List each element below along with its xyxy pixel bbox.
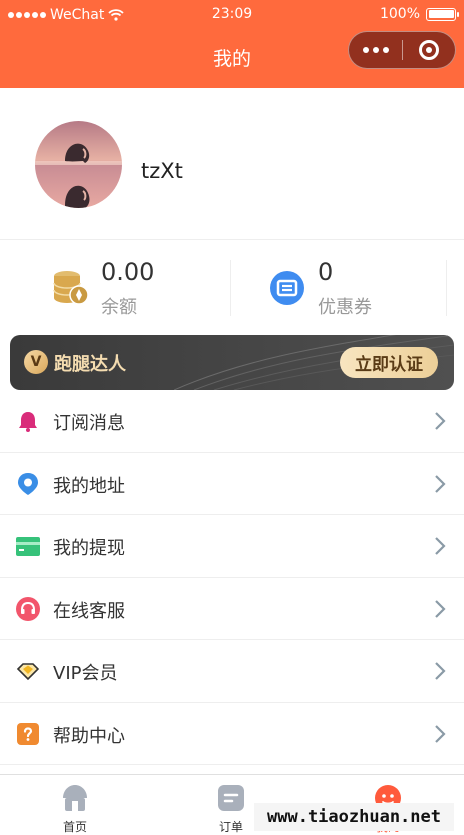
battery-icon (426, 7, 459, 21)
coupon-stat[interactable]: 0 优惠券 (231, 258, 446, 318)
coupon-icon (270, 271, 304, 305)
mini-program-capsule (348, 31, 456, 69)
target-icon (418, 40, 439, 60)
coupon-label: 优惠券 (318, 297, 372, 318)
vip-title: 跑腿达人 (54, 354, 126, 375)
menu-item-label: 在线客服 (53, 600, 125, 622)
chevron-right-icon (435, 537, 446, 555)
chevron-right-icon (435, 599, 446, 618)
watermark: www.tiaozhuan.net (254, 803, 454, 831)
home-icon (63, 785, 87, 811)
avatar-image (35, 121, 122, 208)
wallet-stats: 0.00 余额 0 优惠券 (0, 258, 464, 318)
bell-icon (19, 412, 37, 432)
headset-icon (16, 596, 40, 621)
username: tzXt (141, 159, 183, 183)
menu-item-label: VIP会员 (53, 663, 118, 684)
avatar[interactable] (35, 121, 122, 208)
balance-stat[interactable]: 0.00 余额 (0, 258, 230, 318)
order-icon (218, 785, 244, 811)
help-icon (17, 722, 39, 745)
menu-item-help-center[interactable]: 帮助中心 (0, 702, 464, 765)
profile-header[interactable]: tzXt (0, 88, 464, 240)
tab-home[interactable]: 首页 (15, 775, 135, 835)
menu-list: 订阅消息 我的地址 我的提现 在线客服 VIP会员 帮助中心 (0, 390, 464, 765)
balance-label: 余额 (101, 297, 137, 318)
verify-now-button[interactable]: 立即认证 (340, 347, 438, 378)
status-bar: WeChat 23:09 100% (0, 0, 464, 30)
vip-banner[interactable]: V 跑腿达人 立即认证 (10, 335, 454, 390)
menu-item-label: 订阅消息 (53, 413, 125, 434)
more-options-button[interactable] (349, 31, 402, 69)
menu-item-vip-member[interactable]: VIP会员 (0, 640, 464, 703)
close-mini-program-button[interactable] (403, 31, 455, 69)
coins-icon (53, 271, 89, 305)
menu-item-my-address[interactable]: 我的地址 (0, 452, 464, 515)
coupon-value: 0 (318, 258, 334, 286)
menu-item-online-service[interactable]: 在线客服 (0, 577, 464, 640)
menu-item-my-withdrawal[interactable]: 我的提现 (0, 515, 464, 578)
balance-value: 0.00 (101, 258, 155, 286)
menu-item-label: 我的提现 (53, 538, 125, 559)
stat-divider (446, 260, 447, 316)
vip-badge-icon: V (24, 350, 48, 374)
battery-group: 100% (379, 6, 459, 22)
tab-label: 首页 (62, 820, 87, 834)
nav-bar: 我的 (0, 30, 464, 88)
chevron-right-icon (435, 724, 446, 743)
menu-item-label: 帮助中心 (53, 725, 125, 747)
chevron-right-icon (435, 412, 446, 430)
chevron-right-icon (435, 474, 446, 493)
chevron-right-icon (435, 662, 446, 680)
battery-percent: 100% (379, 6, 420, 22)
card-icon (16, 537, 40, 556)
menu-item-label: 我的地址 (53, 475, 125, 497)
location-pin-icon (18, 472, 38, 495)
diamond-icon (16, 663, 40, 681)
menu-item-subscribe-messages[interactable]: 订阅消息 (0, 390, 464, 453)
